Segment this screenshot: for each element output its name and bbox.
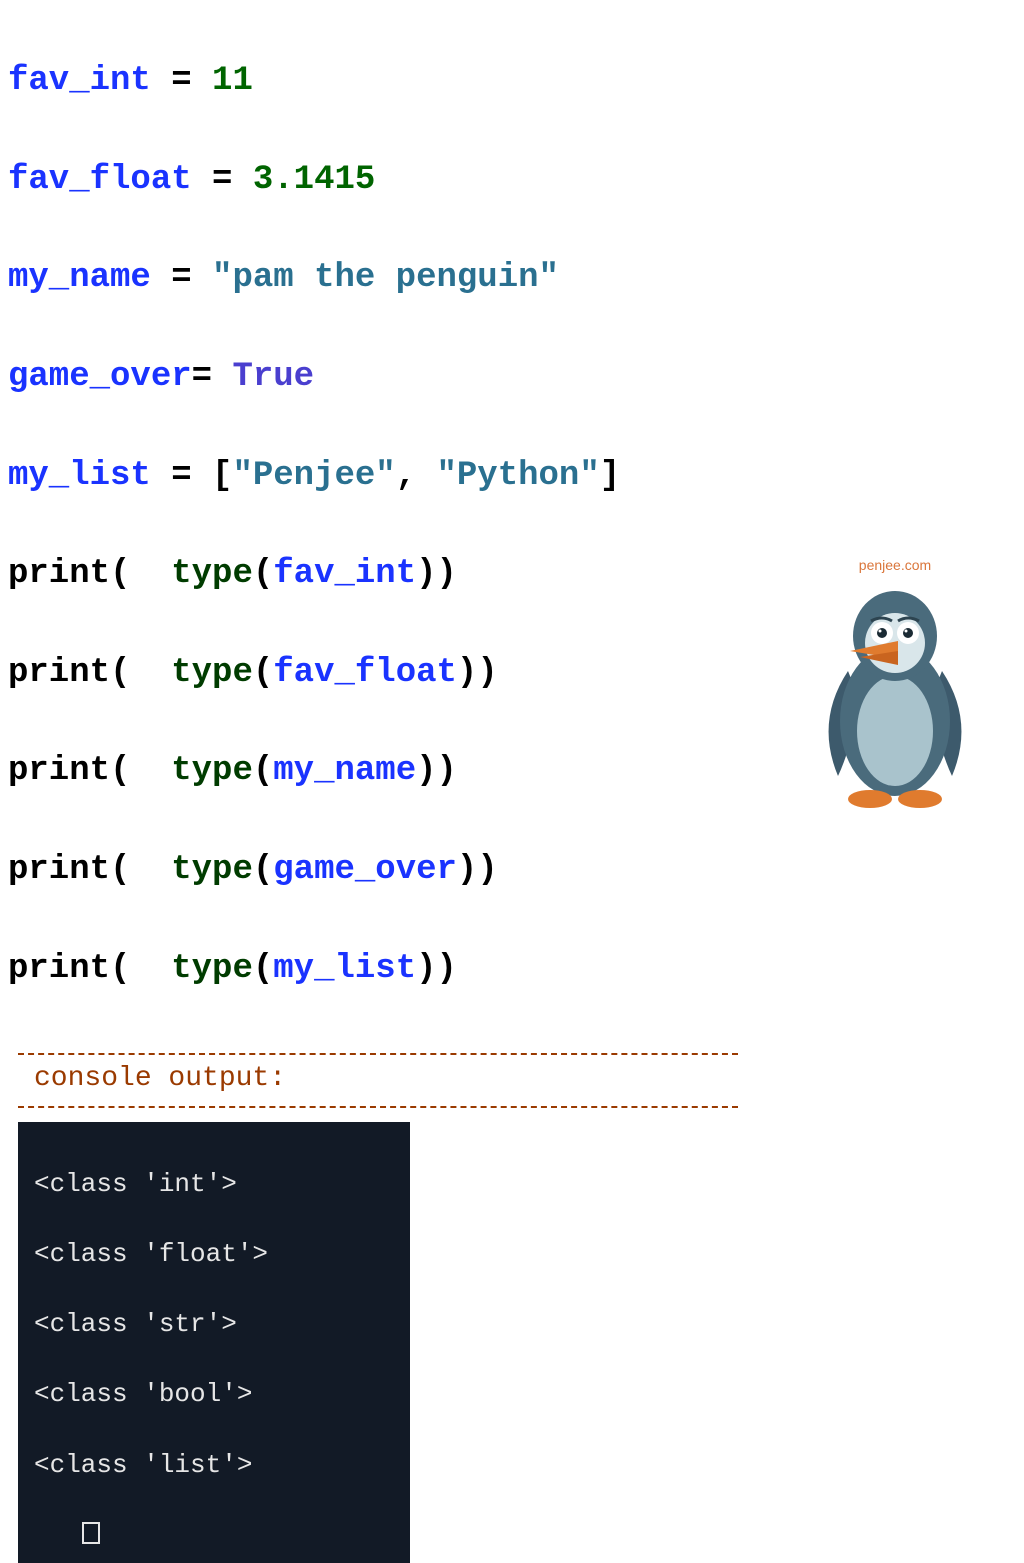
console-line: <class 'float'>	[34, 1237, 394, 1272]
var-name: fav_int	[8, 62, 151, 100]
code-line-1: fav_int = 11	[8, 57, 1016, 106]
builtin-print: print	[8, 752, 110, 790]
var-ref: my_name	[273, 752, 416, 790]
comma: ,	[396, 457, 437, 495]
code-line-2: fav_float = 3.1415	[8, 156, 1016, 205]
console-line: <class 'bool'>	[34, 1377, 394, 1412]
paren-close: ))	[416, 555, 457, 593]
builtin-type: type	[171, 851, 253, 889]
code-line-5: my_list = ["Penjee", "Python"]	[8, 452, 1016, 501]
divider-top	[18, 1053, 738, 1055]
string-literal: "Python"	[437, 457, 600, 495]
console-line: <class 'list'>	[34, 1448, 394, 1483]
var-ref: game_over	[273, 851, 457, 889]
builtin-type: type	[171, 950, 253, 988]
builtin-print: print	[8, 950, 110, 988]
float-literal: 3.1415	[253, 161, 375, 199]
eq-op: =	[151, 457, 212, 495]
builtin-print: print	[8, 555, 110, 593]
paren-open: (	[253, 851, 273, 889]
var-ref: my_list	[273, 950, 416, 988]
code-line-9: print( type(game_over))	[8, 846, 1016, 895]
code-block: fav_int = 11 fav_float = 3.1415 my_name …	[8, 8, 1016, 1043]
var-ref: fav_int	[273, 555, 416, 593]
cursor-icon	[82, 1522, 100, 1544]
console-line: <class 'str'>	[34, 1307, 394, 1342]
string-literal: "Penjee"	[232, 457, 395, 495]
console-output-label: console output:	[34, 1059, 1016, 1100]
var-name: game_over	[8, 358, 192, 396]
paren-open: (	[253, 654, 273, 692]
var-ref: fav_float	[273, 654, 457, 692]
mascot-caption: penjee.com	[800, 555, 990, 575]
paren-open: (	[110, 851, 171, 889]
var-name: my_list	[8, 457, 151, 495]
paren-close: ))	[416, 752, 457, 790]
console-output: <class 'int'> <class 'float'> <class 'st…	[18, 1122, 410, 1563]
code-line-10: print( type(my_list))	[8, 945, 1016, 994]
bracket-close: ]	[600, 457, 620, 495]
string-literal: "pam the penguin"	[212, 259, 559, 297]
builtin-type: type	[171, 654, 253, 692]
builtin-type: type	[171, 752, 253, 790]
paren-open: (	[110, 752, 171, 790]
eq-op: =	[151, 259, 212, 297]
var-name: my_name	[8, 259, 151, 297]
bracket-open: [	[212, 457, 232, 495]
eq-op: =	[151, 62, 212, 100]
bool-literal: True	[232, 358, 314, 396]
paren-open: (	[110, 555, 171, 593]
paren-close: ))	[457, 654, 498, 692]
paren-open: (	[253, 950, 273, 988]
paren-close: ))	[416, 950, 457, 988]
penguin-icon	[810, 581, 980, 811]
int-literal: 11	[212, 62, 253, 100]
var-name: fav_float	[8, 161, 192, 199]
eq-op: =	[192, 161, 253, 199]
builtin-print: print	[8, 851, 110, 889]
eq-op: =	[192, 358, 233, 396]
console-line: <class 'int'>	[34, 1167, 394, 1202]
paren-open: (	[253, 752, 273, 790]
paren-open: (	[110, 654, 171, 692]
builtin-type: type	[171, 555, 253, 593]
paren-open: (	[253, 555, 273, 593]
mascot: penjee.com	[800, 555, 990, 829]
paren-open: (	[110, 950, 171, 988]
builtin-print: print	[8, 654, 110, 692]
code-line-4: game_over= True	[8, 353, 1016, 402]
divider-bottom	[18, 1106, 738, 1108]
paren-close: ))	[457, 851, 498, 889]
code-line-3: my_name = "pam the penguin"	[8, 254, 1016, 303]
